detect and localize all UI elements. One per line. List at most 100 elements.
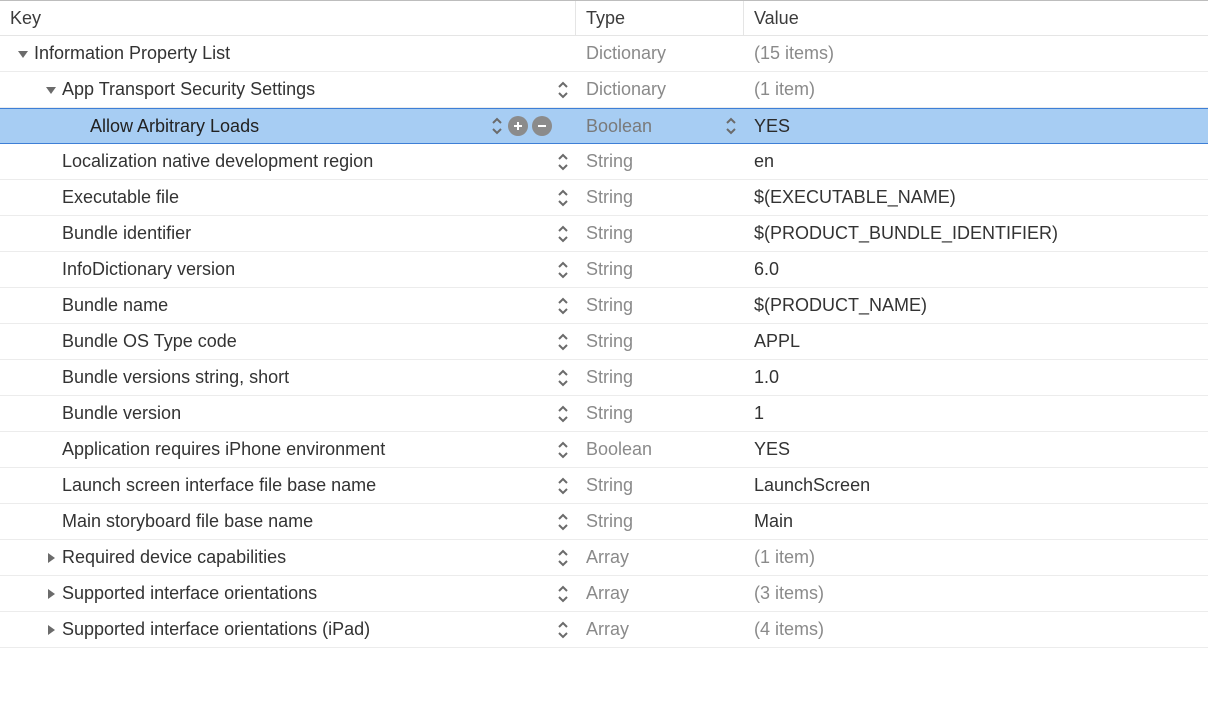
type-cell[interactable]: Array	[576, 612, 744, 647]
key-stepper-icon[interactable]	[556, 295, 570, 317]
key-cell[interactable]: Supported interface orientations	[0, 576, 576, 611]
value-cell[interactable]: 1	[744, 396, 1208, 431]
table-row[interactable]: Launch screen interface file base nameSt…	[0, 468, 1208, 504]
key-stepper-icon[interactable]	[556, 367, 570, 389]
value-label: (4 items)	[754, 619, 824, 640]
disclosure-right-icon[interactable]	[44, 587, 58, 601]
table-row[interactable]: Bundle versions string, short String1.0	[0, 360, 1208, 396]
table-row[interactable]: Allow Arbitrary LoadsBooleanYES	[0, 108, 1208, 144]
type-cell[interactable]: String	[576, 504, 744, 539]
add-row-button[interactable]	[508, 116, 528, 136]
key-stepper-icon[interactable]	[556, 619, 570, 641]
value-cell[interactable]: (4 items)	[744, 612, 1208, 647]
value-cell[interactable]: (15 items)	[744, 36, 1208, 71]
type-cell[interactable]: String	[576, 396, 744, 431]
key-stepper-icon[interactable]	[556, 511, 570, 533]
key-cell[interactable]: Bundle name	[0, 288, 576, 323]
table-row[interactable]: Executable fileString$(EXECUTABLE_NAME)	[0, 180, 1208, 216]
remove-row-button[interactable]	[532, 116, 552, 136]
type-label: String	[586, 295, 633, 316]
column-header-type[interactable]: Type	[576, 1, 744, 35]
value-label: LaunchScreen	[754, 475, 870, 496]
type-cell[interactable]: Dictionary	[576, 72, 744, 107]
type-cell[interactable]: String	[576, 468, 744, 503]
key-cell[interactable]: InfoDictionary version	[0, 252, 576, 287]
type-stepper-icon[interactable]	[724, 115, 738, 137]
type-cell[interactable]: Boolean	[576, 432, 744, 467]
value-cell[interactable]: (1 item)	[744, 540, 1208, 575]
key-cell[interactable]: Executable file	[0, 180, 576, 215]
type-cell[interactable]: Boolean	[576, 109, 744, 143]
key-stepper-icon[interactable]	[556, 259, 570, 281]
key-cell[interactable]: Required device capabilities	[0, 540, 576, 575]
table-row[interactable]: Bundle OS Type codeStringAPPL	[0, 324, 1208, 360]
key-stepper-icon[interactable]	[556, 151, 570, 173]
value-cell[interactable]: en	[744, 144, 1208, 179]
key-cell[interactable]: Main storyboard file base name	[0, 504, 576, 539]
key-cell[interactable]: Bundle version	[0, 396, 576, 431]
value-cell[interactable]: YES	[744, 432, 1208, 467]
key-cell[interactable]: Bundle identifier	[0, 216, 576, 251]
value-cell[interactable]: LaunchScreen	[744, 468, 1208, 503]
key-cell[interactable]: Launch screen interface file base name	[0, 468, 576, 503]
table-row[interactable]: Application requires iPhone environmentB…	[0, 432, 1208, 468]
value-cell[interactable]: APPL	[744, 324, 1208, 359]
table-row[interactable]: Main storyboard file base nameStringMain	[0, 504, 1208, 540]
key-cell[interactable]: Bundle versions string, short	[0, 360, 576, 395]
value-cell[interactable]: YES	[744, 109, 1208, 143]
value-cell[interactable]: (3 items)	[744, 576, 1208, 611]
key-stepper-icon[interactable]	[556, 223, 570, 245]
key-stepper-icon[interactable]	[556, 547, 570, 569]
type-cell[interactable]: Dictionary	[576, 36, 744, 71]
type-cell[interactable]: String	[576, 216, 744, 251]
table-row[interactable]: InfoDictionary versionString6.0	[0, 252, 1208, 288]
column-header-value[interactable]: Value	[744, 1, 1208, 35]
disclosure-right-icon[interactable]	[44, 551, 58, 565]
value-cell[interactable]: 1.0	[744, 360, 1208, 395]
type-cell[interactable]: Array	[576, 540, 744, 575]
value-cell[interactable]: Main	[744, 504, 1208, 539]
key-cell[interactable]: Allow Arbitrary Loads	[0, 109, 576, 143]
type-cell[interactable]: String	[576, 360, 744, 395]
key-cell[interactable]: Information Property List	[0, 36, 576, 71]
key-cell[interactable]: Localization native development region	[0, 144, 576, 179]
value-cell[interactable]: $(PRODUCT_NAME)	[744, 288, 1208, 323]
column-header-key[interactable]: Key	[0, 1, 576, 35]
key-stepper-icon[interactable]	[490, 115, 504, 137]
type-cell[interactable]: Array	[576, 576, 744, 611]
key-stepper-icon[interactable]	[556, 583, 570, 605]
key-stepper-icon[interactable]	[556, 79, 570, 101]
disclosure-down-icon[interactable]	[44, 83, 58, 97]
type-cell[interactable]: String	[576, 180, 744, 215]
key-stepper-icon[interactable]	[556, 475, 570, 497]
type-cell[interactable]: String	[576, 288, 744, 323]
value-cell[interactable]: $(EXECUTABLE_NAME)	[744, 180, 1208, 215]
key-cell[interactable]: Supported interface orientations (iPad)	[0, 612, 576, 647]
value-cell[interactable]: $(PRODUCT_BUNDLE_IDENTIFIER)	[744, 216, 1208, 251]
table-row[interactable]: Bundle name String $(PRODUCT_NAME)	[0, 288, 1208, 324]
table-row[interactable]: Supported interface orientationsArray(3 …	[0, 576, 1208, 612]
table-row[interactable]: Localization native development regionSt…	[0, 144, 1208, 180]
table-row[interactable]: Required device capabilitiesArray(1 item…	[0, 540, 1208, 576]
key-cell[interactable]: Application requires iPhone environment	[0, 432, 576, 467]
disclosure-right-icon[interactable]	[44, 623, 58, 637]
table-row[interactable]: Bundle identifierString$(PRODUCT_BUNDLE_…	[0, 216, 1208, 252]
type-cell[interactable]: String	[576, 324, 744, 359]
table-row[interactable]: Supported interface orientations (iPad)A…	[0, 612, 1208, 648]
key-stepper-icon[interactable]	[556, 403, 570, 425]
key-content: Bundle versions string, short	[0, 360, 289, 395]
disclosure-down-icon[interactable]	[16, 47, 30, 61]
disclosure-spacer	[44, 155, 58, 169]
value-cell[interactable]: (1 item)	[744, 72, 1208, 107]
key-stepper-icon[interactable]	[556, 331, 570, 353]
table-row[interactable]: App Transport Security SettingsDictionar…	[0, 72, 1208, 108]
key-stepper-icon[interactable]	[556, 187, 570, 209]
type-cell[interactable]: String	[576, 144, 744, 179]
table-row[interactable]: Information Property ListDictionary(15 i…	[0, 36, 1208, 72]
key-stepper-icon[interactable]	[556, 439, 570, 461]
key-cell[interactable]: Bundle OS Type code	[0, 324, 576, 359]
value-cell[interactable]: 6.0	[744, 252, 1208, 287]
type-cell[interactable]: String	[576, 252, 744, 287]
table-row[interactable]: Bundle versionString1	[0, 396, 1208, 432]
key-cell[interactable]: App Transport Security Settings	[0, 72, 576, 107]
